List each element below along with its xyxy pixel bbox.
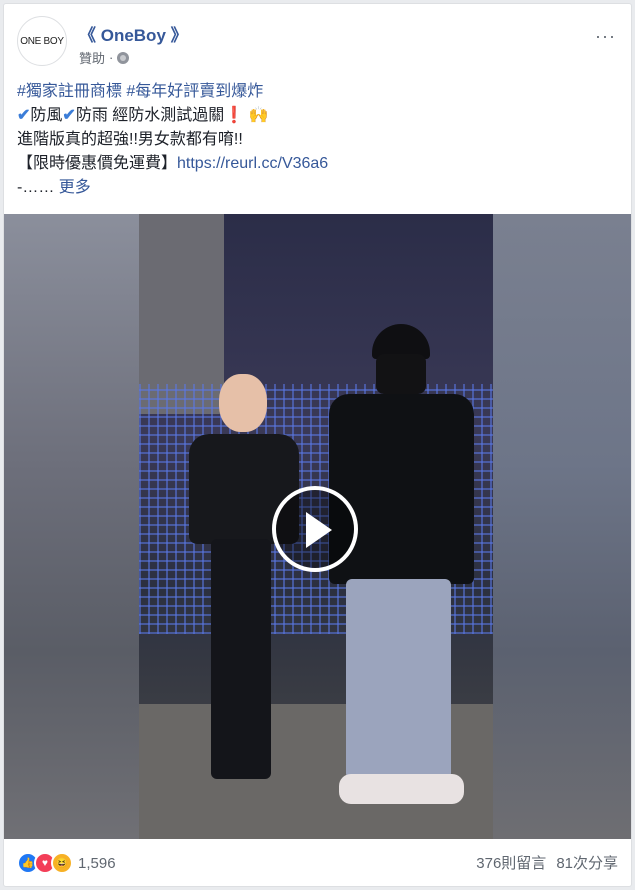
checkmark-icon: ✔ [17, 107, 31, 124]
play-icon[interactable] [272, 486, 358, 572]
checkmark-icon: ✔ [62, 107, 76, 124]
text-line-4: 【限時優惠價免運費】https://reurl.cc/V36a6 [17, 152, 618, 176]
see-more-link[interactable]: 更多 [59, 179, 91, 196]
person-woman [179, 369, 299, 804]
text-segment: -…… [17, 179, 55, 196]
jacket [329, 394, 474, 584]
text-segment: 防雨 經防水測試過關 [75, 107, 225, 124]
page-name-link[interactable]: 《 OneBoy 》 [79, 21, 188, 46]
head [376, 354, 426, 394]
video-player[interactable] [4, 214, 631, 839]
engagement-counts: 376則留言 81次分享 [476, 852, 618, 873]
page-avatar[interactable]: ONE BOY [17, 16, 67, 66]
play-triangle [306, 512, 332, 548]
comments-count[interactable]: 376則留言 [476, 852, 546, 873]
text-segment: 【限時優惠價免運費】 [17, 155, 178, 172]
post-card: ONE BOY 《 OneBoy 》 贊助 · ··· #獨家註冊商標 #每年好… [3, 3, 632, 887]
legs [211, 539, 271, 779]
text-line-1: #獨家註冊商標 #每年好評賣到爆炸 [17, 80, 618, 104]
shares-count[interactable]: 81次分享 [556, 852, 618, 873]
text-line-3: 進階版真的超強!!男女款都有唷!! [17, 131, 243, 148]
video-blur-left [4, 214, 139, 839]
post-header: ONE BOY 《 OneBoy 》 贊助 · ··· [17, 16, 618, 66]
text-segment: 防風 [30, 107, 63, 124]
sponsored-label[interactable]: 贊助 [79, 48, 105, 67]
avatar-logo-text: ONE BOY [20, 35, 64, 47]
video-blur-right [493, 214, 631, 839]
exclamation-icon: ❗ [224, 107, 245, 124]
post-footer: 👍 ♥ 😆 1,596 376則留言 81次分享 [17, 852, 618, 876]
haha-reaction-icon: 😆 [51, 852, 73, 874]
hashtag-link[interactable]: #每年好評賣到爆炸 [126, 83, 263, 100]
meta-separator: · [109, 50, 114, 65]
hashtag-link[interactable]: #獨家註冊商標 [17, 83, 122, 100]
reaction-count[interactable]: 1,596 [78, 855, 116, 872]
text-line-2: ✔防風✔防雨 經防水測試過關❗ 🙌 [17, 104, 618, 128]
head [219, 374, 267, 432]
person-man [324, 324, 474, 814]
shoes [339, 774, 464, 804]
post-text: #獨家註冊商標 #每年好評賣到爆炸 ✔防風✔防雨 經防水測試過關❗ 🙌 進階版真… [17, 80, 618, 200]
reactions-summary[interactable]: 👍 ♥ 😆 1,596 [17, 852, 116, 874]
more-options-button[interactable]: ··· [595, 26, 616, 47]
raised-hands-icon: 🙌 [248, 107, 269, 124]
globe-icon[interactable] [117, 51, 130, 64]
post-meta: 贊助 · [79, 48, 130, 67]
promo-link[interactable]: https://reurl.cc/V36a6 [177, 155, 328, 172]
jeans [346, 579, 451, 779]
text-line-5: -…… 更多 [17, 176, 618, 200]
